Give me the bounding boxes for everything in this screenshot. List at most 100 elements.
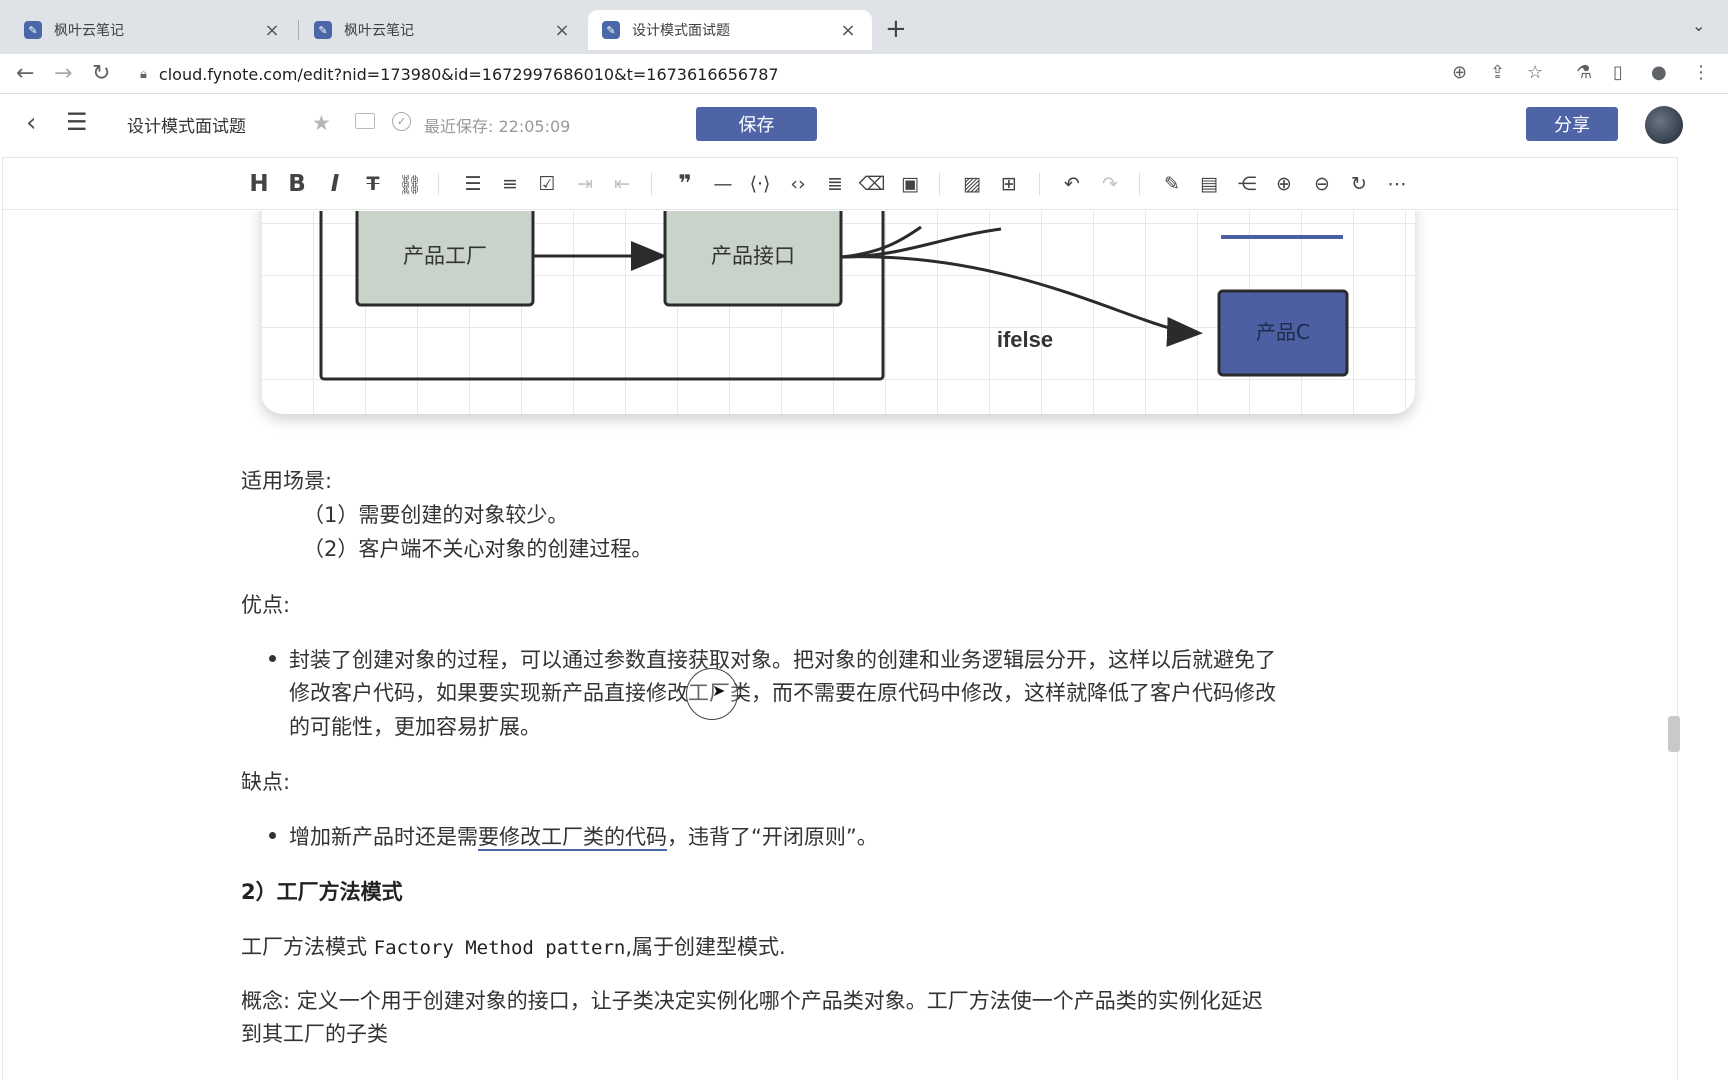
user-avatar[interactable] xyxy=(1645,106,1683,144)
section-heading: 2）工厂方法模式 xyxy=(241,880,403,904)
url-field[interactable]: 🔒︎ cloud.fynote.com/edit?nid=173980&id=1… xyxy=(140,58,1440,90)
tab-title: 枫叶云笔记 xyxy=(54,23,124,39)
link-icon[interactable]: ⛓ xyxy=(396,170,424,198)
scenarios-title: 适用场景: xyxy=(241,469,333,493)
concept-line: 到其工厂的子类 xyxy=(241,1022,388,1046)
pros-text-line: 封装了创建对象的过程，可以通过参数直接获取对象。把对象的创建和业务逻辑层分开，这… xyxy=(289,648,1276,672)
edge-to-product-c xyxy=(840,255,1203,347)
close-tab-icon[interactable]: × xyxy=(838,20,858,41)
hamburger-menu-icon[interactable]: ☰ xyxy=(66,108,88,136)
ordered-list-icon[interactable]: ≡ xyxy=(496,170,524,198)
last-save-status: 最近保存: 22:05:09 xyxy=(424,117,571,136)
zoom-icon[interactable]: ⊕ xyxy=(1452,62,1467,83)
toolbar-divider xyxy=(651,173,652,195)
clear-format-icon[interactable]: ⌫ xyxy=(858,170,886,198)
forward-arrow-icon[interactable]: → xyxy=(54,61,72,86)
refresh-icon[interactable]: ↻ xyxy=(1345,170,1373,198)
lock-icon: 🔒︎ xyxy=(140,66,147,82)
horizontal-rule-icon[interactable]: — xyxy=(709,170,737,198)
bookmark-star-icon[interactable]: ☆ xyxy=(1527,62,1543,83)
draw-pencil-icon[interactable]: ✎ xyxy=(1158,170,1186,198)
image-icon[interactable]: ▨ xyxy=(958,170,986,198)
sidebar-icon[interactable]: ▯ xyxy=(1613,62,1623,83)
bullet-list-icon[interactable]: ☰ xyxy=(459,170,487,198)
scenario-item: （2）客户端不关心对象的创建过程。 xyxy=(303,537,653,561)
folder-icon[interactable] xyxy=(355,113,375,129)
zoom-in-icon[interactable]: ⊕ xyxy=(1270,170,1298,198)
tab-title: 设计模式面试题 xyxy=(632,23,730,39)
quote-icon[interactable]: ❞ xyxy=(671,170,699,198)
indent-icon[interactable]: ⇥ xyxy=(571,170,599,198)
back-arrow-icon[interactable]: ← xyxy=(16,61,34,86)
table-icon[interactable]: ⊞ xyxy=(995,170,1023,198)
profile-icon[interactable]: ● xyxy=(1651,62,1667,83)
app-header: ‹ ☰ 设计模式面试题 ★ ✓ 最近保存: 22:05:09 保存 分享 xyxy=(0,94,1728,156)
bullet-dot xyxy=(269,832,276,839)
fynote-favicon-icon: ✎ xyxy=(24,21,42,39)
more-icon[interactable]: ⋯ xyxy=(1383,170,1411,198)
fynote-favicon-icon: ✎ xyxy=(602,21,620,39)
favorite-star-icon[interactable]: ★ xyxy=(312,111,331,135)
redo-icon[interactable]: ↷ xyxy=(1096,170,1124,198)
toolbar-divider xyxy=(1039,173,1040,195)
task-list-icon[interactable]: ☑ xyxy=(533,170,561,198)
outdent-icon[interactable]: ⇤ xyxy=(608,170,636,198)
reload-icon[interactable]: ↻ xyxy=(92,61,110,86)
tab-search-chevron-icon[interactable]: ⌄ xyxy=(1692,16,1705,35)
scenario-item: （1）需要创建的对象较少。 xyxy=(303,503,569,527)
address-bar: ← → ↻ 🔒︎ cloud.fynote.com/edit?nid=17398… xyxy=(0,54,1728,94)
document-title[interactable]: 设计模式面试题 xyxy=(127,112,246,137)
inline-code-icon[interactable]: ⟨·⟩ xyxy=(746,170,774,198)
toolbar-divider xyxy=(438,173,439,195)
fm-text: 工厂方法模式 xyxy=(241,935,374,959)
back-chevron-icon[interactable]: ‹ xyxy=(26,108,36,138)
mindmap-icon[interactable]: ⋲ xyxy=(1233,170,1261,198)
fynote-favicon-icon: ✎ xyxy=(314,21,332,39)
browser-tab[interactable]: ✎ 枫叶云笔记 × xyxy=(300,10,586,50)
pros-title: 优点: xyxy=(241,593,291,617)
ppt-icon[interactable]: ▤ xyxy=(1195,170,1223,198)
tab-divider xyxy=(298,20,299,40)
interface-label: 产品接口 xyxy=(711,244,795,268)
save-button[interactable]: 保存 xyxy=(696,107,817,141)
fm-text-end: ,属于创建型模式. xyxy=(625,935,786,959)
pros-text-line: 修改客户代码，如果要实现新产品直接修改工厂类，而不需要在原代码中修改，这样就降低… xyxy=(289,681,1276,705)
browser-menu-icon[interactable]: ⋮ xyxy=(1692,62,1710,83)
align-icon[interactable]: ≣ xyxy=(821,170,849,198)
italic-icon[interactable]: I xyxy=(321,170,349,198)
cons-text: 增加新产品时还是需要修改工厂类的代码，违背了“开闭原则”。 xyxy=(289,821,878,851)
undo-icon[interactable]: ↶ xyxy=(1058,170,1086,198)
tab-title: 枫叶云笔记 xyxy=(344,23,414,39)
new-tab-button[interactable]: + xyxy=(885,14,907,44)
cons-text-end: ，违背了“开闭原则”。 xyxy=(667,825,878,849)
editor: H B I T ⛓ ☰ ≡ ☑ ⇥ ⇤ ❞ — ⟨·⟩ ‹› ≣ ⌫ ▣ ▨ ⊞… xyxy=(2,157,1680,1081)
factory-label: 产品工厂 xyxy=(403,244,487,268)
zoom-out-icon[interactable]: ⊖ xyxy=(1308,170,1336,198)
pros-text-line: 的可能性，更加容易扩展。 xyxy=(289,715,541,739)
bullet-dot xyxy=(269,655,276,662)
factory-method-line: 工厂方法模式 Factory Method pattern,属于创建型模式. xyxy=(241,931,786,961)
heading-icon[interactable]: H xyxy=(245,170,273,198)
share-button[interactable]: 分享 xyxy=(1526,107,1618,141)
close-tab-icon[interactable]: × xyxy=(552,20,572,41)
toolbar-divider xyxy=(939,173,940,195)
extensions-icon[interactable]: ⚗ xyxy=(1576,62,1592,83)
editor-scrollbar-thumb[interactable] xyxy=(1668,716,1680,752)
strikethrough-icon[interactable]: T xyxy=(359,170,387,198)
mouse-pointer-icon: ➤ xyxy=(712,681,726,700)
share-page-icon[interactable]: ⇪ xyxy=(1490,62,1505,83)
browser-tab[interactable]: ✎ 枫叶云笔记 × xyxy=(10,10,296,50)
browser-tab-active[interactable]: ✎ 设计模式面试题 × xyxy=(588,10,872,50)
browser-tab-strip: ✎ 枫叶云笔记 × ✎ 枫叶云笔记 × ✎ 设计模式面试题 × + ⌄ xyxy=(0,0,1728,54)
bold-icon[interactable]: B xyxy=(283,170,311,198)
diagram-image: 产品工厂 产品接口 产品C ifelse xyxy=(261,211,1415,414)
editor-toolbar: H B I T ⛓ ☰ ≡ ☑ ⇥ ⇤ ❞ — ⟨·⟩ ‹› ≣ ⌫ ▣ ▨ ⊞… xyxy=(3,158,1677,210)
fm-code: Factory Method pattern xyxy=(373,937,626,959)
editor-content[interactable]: 产品工厂 产品接口 产品C ifelse 适用场景: （1）需要创建的对象较少。… xyxy=(3,211,1677,1081)
close-tab-icon[interactable]: × xyxy=(262,20,282,41)
cons-text-underlined: 要修改工厂类的代码 xyxy=(478,825,667,851)
url-text: cloud.fynote.com/edit?nid=173980&id=1672… xyxy=(158,64,779,84)
toolbar-divider xyxy=(1139,173,1140,195)
code-block-icon[interactable]: ‹› xyxy=(784,170,812,198)
pdf-export-icon[interactable]: ▣ xyxy=(896,170,924,198)
